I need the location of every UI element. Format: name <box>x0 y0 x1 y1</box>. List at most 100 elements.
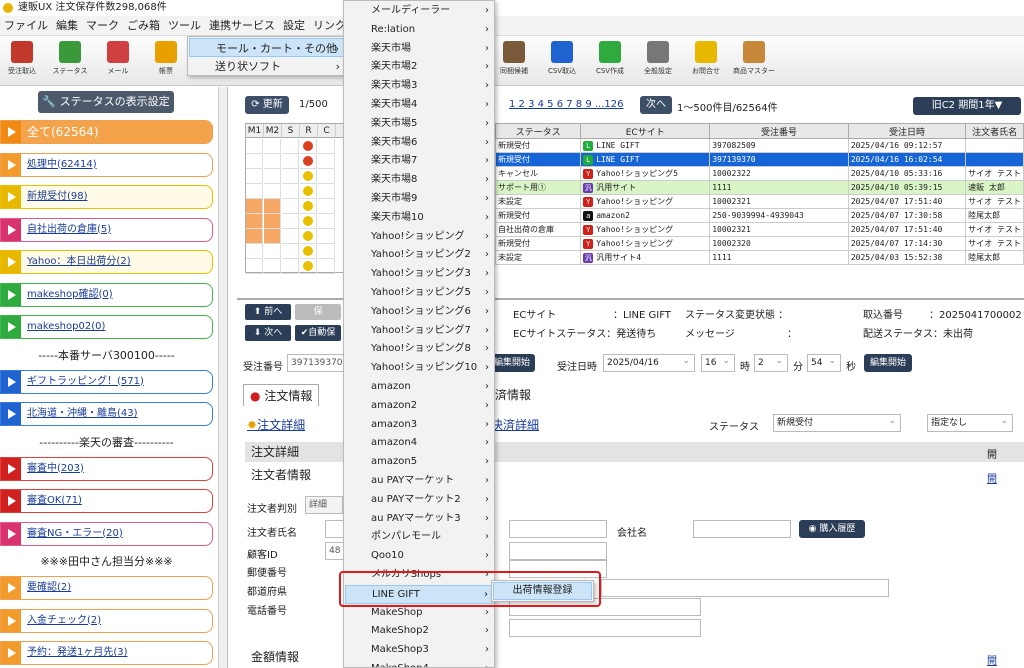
menu-3[interactable]: ごみ箱 <box>123 16 164 35</box>
mall-menu-item[interactable]: 楽天市場2 › <box>345 58 493 77</box>
mark-cell[interactable] <box>246 199 263 214</box>
mark-cell[interactable] <box>282 139 299 154</box>
mark-cell[interactable] <box>300 139 317 154</box>
mall-menu-item[interactable]: Yahoo!ショッピング3 › <box>345 265 493 284</box>
mark-cell[interactable] <box>264 259 281 274</box>
minute-select[interactable]: 2 <box>754 353 788 372</box>
link-order-detail[interactable]: ✹注文詳細 <box>247 416 305 433</box>
menu-1[interactable]: 編集 <box>52 16 82 35</box>
menu-item-0[interactable]: モール・カート・その他 › <box>189 38 344 57</box>
link-settle-detail[interactable]: 決済詳細 <box>491 416 539 433</box>
order-no-field[interactable]: 397139370 <box>287 354 347 372</box>
column-header[interactable]: ECサイト <box>580 123 711 139</box>
purchase-history-button[interactable]: ◉ 購入履歴 <box>799 520 865 538</box>
mark-cell[interactable] <box>282 154 299 169</box>
hour-select[interactable]: 16 <box>701 353 735 372</box>
status-select[interactable]: 新規受付 <box>773 413 901 432</box>
mark-cell[interactable] <box>264 169 281 184</box>
mall-menu-item[interactable]: Qoo10 › <box>345 547 493 566</box>
mall-menu-item[interactable]: 楽天市場4 › <box>345 96 493 115</box>
mark-cell[interactable] <box>300 244 317 259</box>
mall-menu-item[interactable]: メールディーラー › <box>345 2 493 21</box>
mall-menu-item[interactable]: amazon › <box>345 378 493 397</box>
mall-menu-item[interactable]: Yahoo!ショッピング10 › <box>345 359 493 378</box>
toolbar-button-document[interactable]: 帳票 <box>144 38 188 84</box>
sidebar-item[interactable]: makeshop02(0) <box>0 315 213 339</box>
table-row[interactable]: 新規受付 Y Yahoo!ショッピング 10002320 2025/04/07 17:1… <box>494 236 1024 251</box>
refresh-button[interactable]: ⟳ 更新 <box>245 96 289 114</box>
tab-order-info[interactable]: ● 注文情報 <box>243 384 320 406</box>
edit-start-button[interactable]: 編集開始 <box>489 354 535 372</box>
toolbar-button-truck[interactable]: 同梱候補 <box>492 38 536 84</box>
sidebar-item[interactable]: ギフトラッピング！(571) <box>0 369 213 394</box>
mark-cell[interactable] <box>264 154 281 169</box>
orderer-type-button[interactable]: 詳細 <box>305 496 343 514</box>
sidebar-item[interactable]: Yahoo：本日出荷分(2) <box>0 250 213 274</box>
tab-payment-info[interactable]: 済情報 <box>489 384 538 405</box>
mark-cell[interactable] <box>246 244 263 259</box>
table-row[interactable]: サポート用① 汎汎用サイト 1111 2025/04/10 05:39:15 速販 太郎 <box>494 180 1024 195</box>
mall-menu-item[interactable]: Yahoo!ショッピング2 › <box>345 246 493 265</box>
mall-menu-item[interactable]: au PAYマーケット3 › <box>345 510 493 529</box>
second-select[interactable]: 54 <box>807 353 841 372</box>
toolbar-button-boxes[interactable]: 商品マスター <box>732 38 776 84</box>
toolbar-button-gear[interactable]: 全般設定 <box>636 38 680 84</box>
order-date-select[interactable]: 2025/04/16 <box>603 353 695 372</box>
mall-menu-item[interactable]: amazon2 › <box>345 397 493 416</box>
mark-cell[interactable] <box>246 154 263 169</box>
open-link-2[interactable]: 開 <box>987 652 997 667</box>
mall-menu-item[interactable]: au PAYマーケット › <box>345 472 493 491</box>
mall-menu-item[interactable]: 楽天市場5 › <box>345 115 493 134</box>
next-page-button[interactable]: 次へ <box>640 96 672 114</box>
mall-menu-item[interactable]: Yahoo!ショッピング › <box>345 228 493 247</box>
mall-menu-item[interactable]: 楽天市場3 › <box>345 77 493 96</box>
mall-menu-item[interactable]: ポンパレモール › <box>345 528 493 547</box>
mark-cell[interactable] <box>282 169 299 184</box>
mark-cell[interactable] <box>300 169 317 184</box>
period-select-button[interactable]: 旧C2 期間1年▼ <box>913 97 1021 115</box>
mall-menu-item[interactable]: au PAYマーケット2 › <box>345 491 493 510</box>
customer-id-input[interactable]: 48 <box>325 542 345 560</box>
mark-cell[interactable] <box>264 139 281 154</box>
toolbar-button-clipboard[interactable]: ステータス <box>48 38 92 84</box>
mark-cell[interactable] <box>264 244 281 259</box>
mark-cell[interactable] <box>300 229 317 244</box>
sidebar-item[interactable]: 処理中(62414) <box>0 152 213 177</box>
menu-2[interactable]: マーク <box>82 16 123 35</box>
save-button[interactable]: 保 <box>295 304 341 320</box>
menu-5[interactable]: 連携サービス <box>205 16 279 35</box>
mall-menu-item[interactable]: MakeShop3 › <box>345 641 493 660</box>
table-row[interactable]: 未設定 Y Yahoo!ショッピング 10002321 2025/04/07 17:51… <box>494 194 1024 209</box>
open-link-1[interactable]: 開 <box>987 470 997 485</box>
mark-cell[interactable] <box>246 229 263 244</box>
spec-select[interactable]: 指定なし <box>927 413 1013 432</box>
toolbar-button-import[interactable]: 受注取込 <box>0 38 44 84</box>
pagination-links[interactable]: 1 2 3 4 5 6 7 8 9 ...126 <box>509 99 624 110</box>
mall-menu-item[interactable]: 楽天市場8 › <box>345 171 493 190</box>
toolbar-button-csv-import[interactable]: CSV取込 <box>540 38 584 84</box>
toolbar-button-mail[interactable]: メール <box>96 38 140 84</box>
mark-cell[interactable] <box>264 229 281 244</box>
mark-cell[interactable] <box>318 259 335 274</box>
mark-cell[interactable] <box>282 184 299 199</box>
address-input[interactable] <box>601 579 889 597</box>
mall-menu-item[interactable]: 楽天市場10 › <box>345 209 493 228</box>
mark-cell[interactable] <box>318 244 335 259</box>
sidebar-item[interactable]: 自社出荷の倉庫(5) <box>0 217 213 242</box>
sidebar-item[interactable]: 審査NG・エラー(20) <box>0 521 213 546</box>
edit-start-button-2[interactable]: 編集開始 <box>864 354 912 372</box>
mark-cell[interactable] <box>300 154 317 169</box>
mark-cell[interactable] <box>318 214 335 229</box>
mark-cell[interactable] <box>282 244 299 259</box>
mark-cell[interactable] <box>300 184 317 199</box>
mark-cell[interactable] <box>318 184 335 199</box>
mark-cell[interactable] <box>282 199 299 214</box>
mall-menu-item[interactable]: 楽天市場7 › <box>345 152 493 171</box>
table-row[interactable]: 新規受付 L LINE GIFT 397139370 2025/04/16 16:02:… <box>494 152 1024 167</box>
section-marker[interactable]: 開 <box>987 446 997 461</box>
mark-cell[interactable] <box>318 139 335 154</box>
mall-menu-item[interactable]: 楽天市場9 › <box>345 190 493 209</box>
menu-item-1[interactable]: 送り状ソフト › <box>189 57 344 76</box>
next-order-button[interactable]: ⬇ 次へ <box>245 325 291 341</box>
mall-menu-item[interactable]: Re:lation › <box>345 21 493 40</box>
